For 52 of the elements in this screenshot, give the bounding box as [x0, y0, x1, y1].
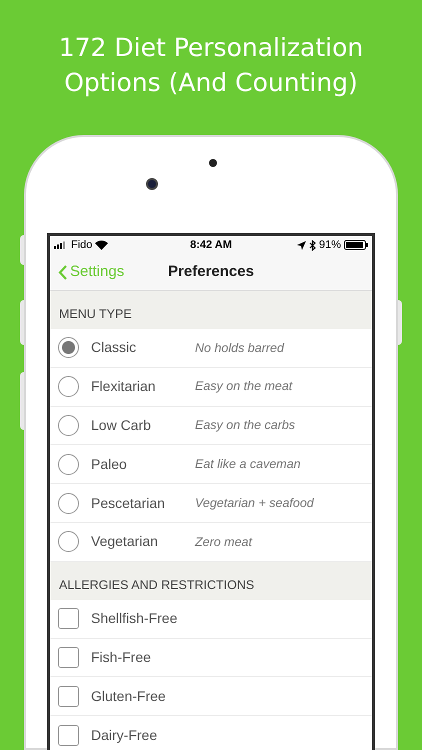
carrier-name: Fido — [71, 238, 92, 253]
option-label: Low Carb — [91, 416, 152, 435]
option-row[interactable]: Fish-Free — [50, 638, 372, 678]
bluetooth-icon — [308, 240, 316, 250]
option-label: Dairy-Free — [91, 726, 158, 745]
battery-icon — [344, 240, 368, 250]
option-row[interactable]: Classic No holds barred — [50, 329, 372, 368]
option-description: Zero meat — [195, 534, 252, 550]
option-row[interactable]: Dairy-Free — [50, 716, 372, 750]
option-description: Eat like a caveman — [195, 456, 301, 473]
option-label: Paleo — [91, 454, 128, 474]
section-header: ALLERGIES AND RESTRICTIONS — [59, 577, 254, 594]
option-description: No holds barred — [195, 340, 284, 357]
option-row[interactable]: Paleo Eat like a caveman — [50, 445, 372, 484]
option-label: Shellfish-Free — [91, 609, 178, 628]
wifi-icon — [95, 240, 108, 250]
option-row[interactable]: Pescetarian Vegetarian + seafood — [50, 484, 372, 523]
option-description: Easy on the meat — [195, 378, 292, 396]
option-description: Vegetarian + seafood — [195, 494, 314, 512]
option-row[interactable]: Flexitarian Easy on the meat — [50, 368, 372, 407]
option-label: Classic — [91, 338, 138, 358]
headline: Options (And Counting) — [64, 67, 358, 99]
option-label: Flexitarian — [91, 377, 157, 396]
section-header: MENU TYPE — [59, 306, 132, 324]
radio-button[interactable] — [58, 492, 79, 514]
option-label: Fish-Free — [91, 648, 152, 667]
clock: 8:42 AM — [190, 238, 232, 253]
speaker — [209, 159, 217, 167]
headline: 172 Diet Personalization — [58, 32, 364, 64]
radio-button[interactable] — [58, 531, 79, 552]
radio-button[interactable] — [58, 414, 79, 436]
option-label: Gluten-Free — [91, 686, 167, 706]
option-description: Easy on the carbs — [195, 417, 296, 434]
checkbox[interactable] — [58, 608, 79, 630]
option-row[interactable]: Low Carb Easy on the carbs — [50, 406, 372, 446]
location-icon — [296, 240, 306, 250]
radio-button[interactable] — [58, 376, 79, 398]
option-row[interactable]: Vegetarian Zero meat — [50, 522, 372, 562]
camera — [146, 178, 158, 190]
back-chevron-icon — [58, 264, 67, 280]
checkbox[interactable] — [58, 724, 79, 746]
option-label: Pescetarian — [91, 494, 166, 513]
signal-icon — [54, 241, 68, 249]
option-row[interactable]: Shellfish-Free — [50, 600, 372, 639]
battery-percent: 91% — [318, 238, 341, 253]
checkbox[interactable] — [58, 686, 79, 707]
option-label: Vegetarian — [91, 532, 159, 552]
checkbox[interactable] — [58, 646, 79, 668]
radio-button[interactable] — [58, 337, 79, 358]
radio-button[interactable] — [58, 454, 79, 475]
option-row[interactable]: Gluten-Free — [50, 677, 372, 716]
screen-title: Preferences — [168, 262, 254, 282]
